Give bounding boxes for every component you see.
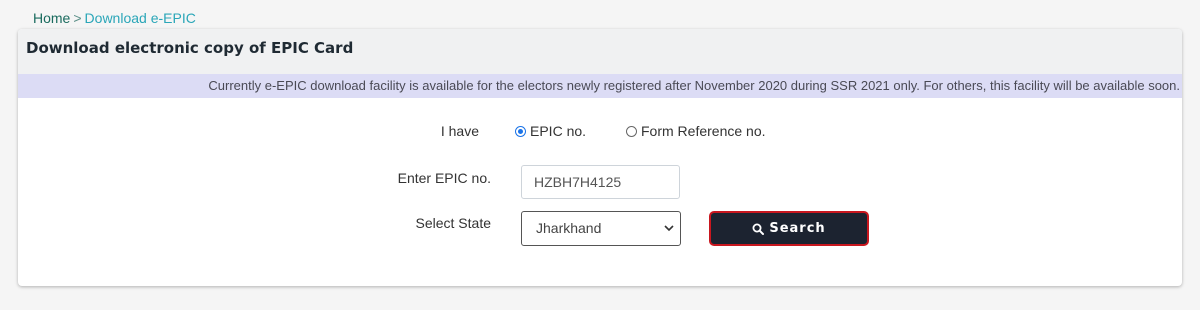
breadcrumb-separator: > [73, 10, 82, 26]
radio-epic-no-circle[interactable] [515, 125, 526, 137]
select-state-label: Select State [415, 215, 492, 231]
radio-form-reference-no-label: Form Reference no. [641, 123, 766, 139]
card-header: Download electronic copy of EPIC Card [18, 29, 1182, 74]
search-button[interactable]: Search [709, 211, 869, 246]
card-title: Download electronic copy of EPIC Card [26, 39, 354, 57]
search-icon [752, 223, 765, 235]
epic-no-input[interactable] [521, 165, 680, 199]
breadcrumb: Home > Download e-EPIC [33, 9, 196, 27]
radio-epic-no-label: EPIC no. [530, 123, 587, 139]
availability-notice: Currently e-EPIC download facility is av… [18, 74, 1182, 98]
state-select[interactable]: Jharkhand [521, 211, 681, 246]
chevron-down-icon [664, 225, 674, 232]
download-epic-card: Download electronic copy of EPIC Card Cu… [18, 29, 1182, 286]
search-button-label: Search [769, 221, 826, 236]
radio-form-reference-no[interactable]: Form Reference no. [626, 123, 766, 139]
breadcrumb-current-link[interactable]: Download e-EPIC [85, 10, 196, 26]
i-have-label: I have [440, 123, 479, 139]
breadcrumb-home-link[interactable]: Home [33, 10, 70, 26]
radio-epic-no[interactable]: EPIC no. [515, 123, 586, 139]
state-select-value: Jharkhand [536, 220, 602, 236]
epic-no-label: Enter EPIC no. [397, 170, 491, 186]
radio-form-reference-no-circle[interactable] [626, 125, 637, 137]
